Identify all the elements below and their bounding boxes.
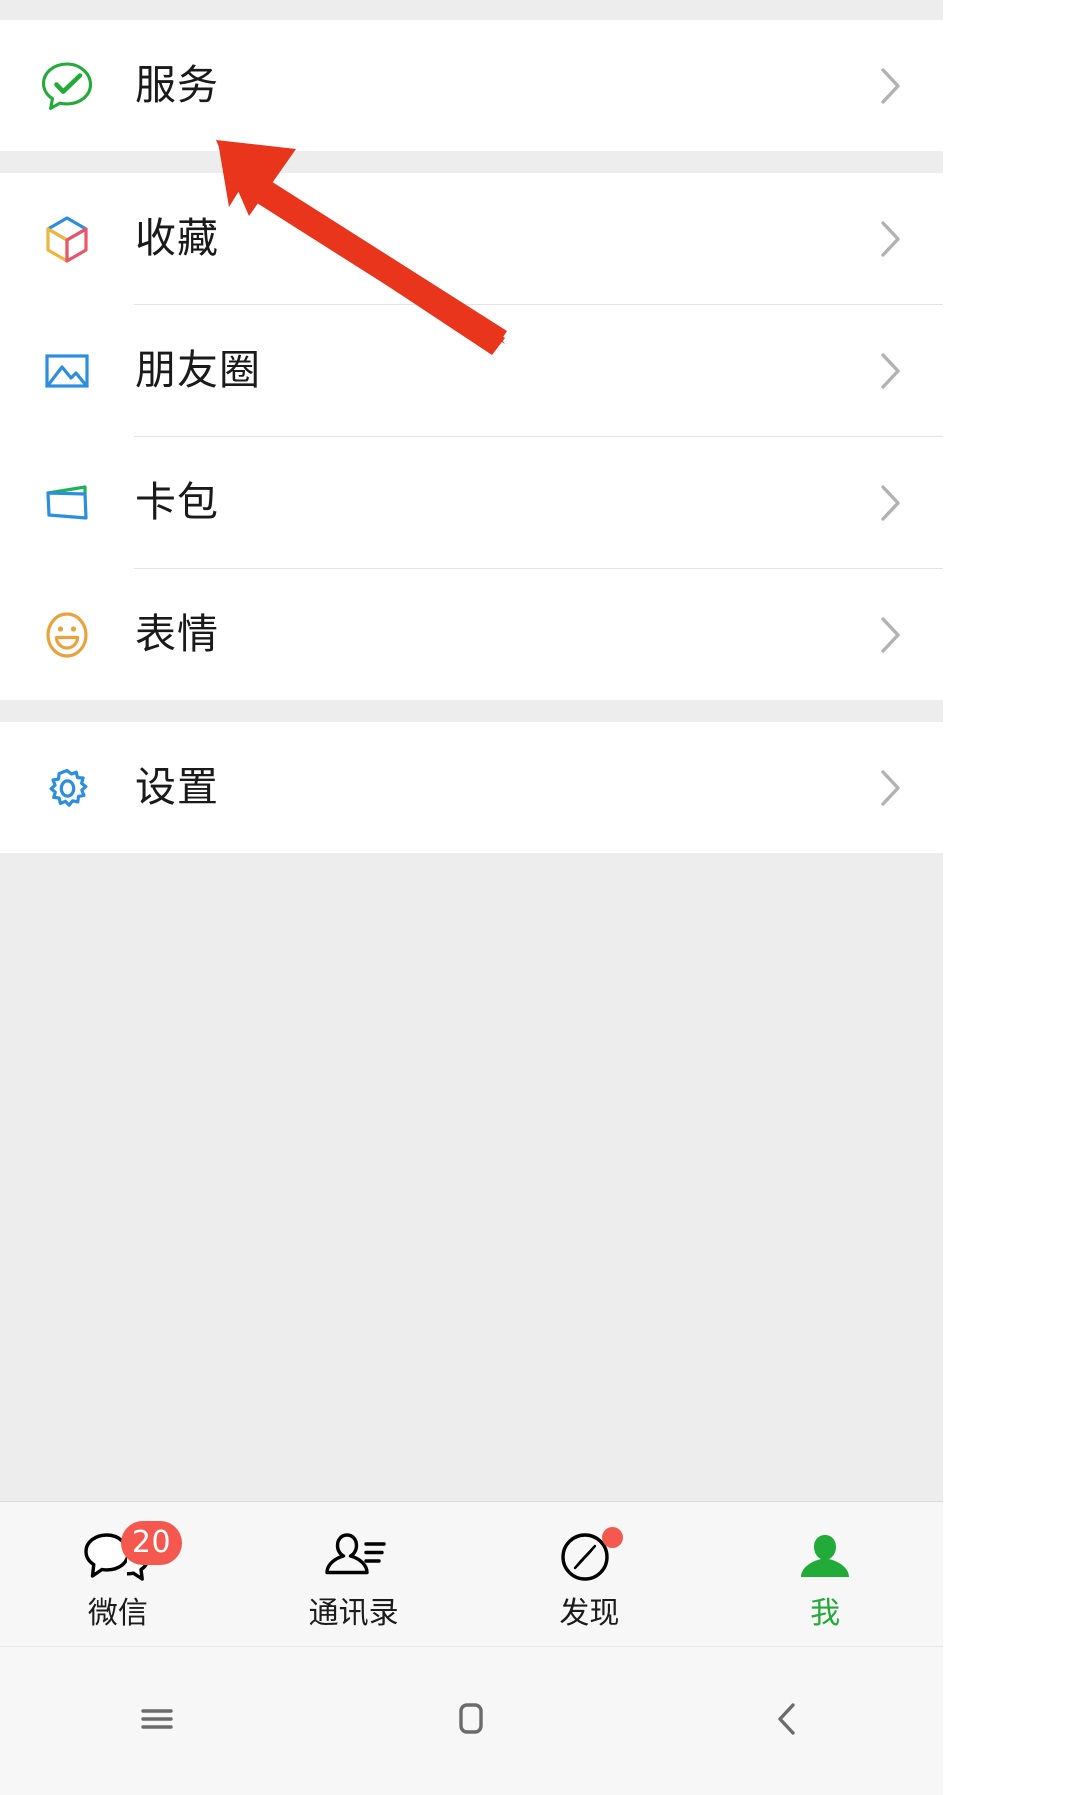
menu-item-settings[interactable]: 设置 [0, 722, 943, 853]
moments-photo-icon [38, 342, 96, 400]
menu-hamburger-icon [135, 1699, 179, 1743]
menu-item-cards[interactable]: 卡包 [0, 437, 943, 568]
tab-label: 发现 [559, 1595, 620, 1631]
empty-area [0, 853, 943, 1340]
menu-item-label: 服务 [135, 61, 219, 109]
tab-label: 通讯录 [308, 1595, 399, 1631]
cards-wallet-icon [38, 474, 96, 532]
top-spacer [0, 0, 943, 20]
menu-item-favorites[interactable]: 收藏 [0, 173, 943, 304]
chevron-right-icon [879, 768, 903, 808]
tab-me[interactable]: 我 [707, 1502, 943, 1647]
group-spacer-2 [0, 700, 943, 722]
stickers-smiley-icon [38, 606, 96, 664]
wechat-me-screen: 服务 收藏 朋友圈 卡包 表情 设置 20 微信 通讯录 发现 我 [0, 0, 943, 1795]
nav-back-button[interactable] [629, 1647, 943, 1795]
right-padding [943, 0, 1080, 1795]
chat-bubbles-icon: 20 [75, 1520, 183, 1589]
group-spacer-1 [0, 151, 943, 173]
tab-contacts[interactable]: 通讯录 [236, 1502, 472, 1647]
menu-item-stickers[interactable]: 表情 [0, 569, 943, 700]
chevron-right-icon [879, 219, 903, 259]
menu-item-moments[interactable]: 朋友圈 [0, 305, 943, 436]
nav-home-button[interactable] [314, 1647, 628, 1795]
bottom-tab-bar: 20 微信 通讯录 发现 我 [0, 1501, 943, 1647]
menu-item-label: 表情 [135, 610, 219, 658]
discover-compass-icon [546, 1526, 632, 1589]
menu-item-label: 卡包 [135, 478, 219, 526]
menu-item-label: 朋友圈 [135, 346, 261, 394]
menu-item-services[interactable]: 服务 [0, 20, 943, 151]
back-chevron-icon [769, 1697, 803, 1745]
nav-recents-button[interactable] [0, 1647, 314, 1795]
menu-group-services: 服务 [0, 20, 943, 151]
tab-label: 微信 [87, 1595, 148, 1631]
chevron-right-icon [879, 66, 903, 106]
menu-item-label: 设置 [135, 763, 219, 811]
chevron-right-icon [879, 483, 903, 523]
tab-label: 我 [810, 1595, 841, 1631]
favorites-cube-icon [38, 210, 96, 268]
settings-gear-icon [38, 759, 96, 817]
services-chat-check-icon [38, 57, 96, 115]
chevron-right-icon [879, 615, 903, 655]
discover-dot-badge [602, 1526, 624, 1548]
tab-discover[interactable]: 发现 [472, 1502, 708, 1647]
home-square-icon [449, 1697, 493, 1745]
contacts-person-icon [311, 1527, 397, 1589]
menu-group-content: 收藏 朋友圈 卡包 表情 [0, 173, 943, 700]
chevron-right-icon [879, 351, 903, 391]
menu-group-settings: 设置 [0, 722, 943, 853]
tab-chats[interactable]: 20 微信 [0, 1502, 236, 1647]
unread-badge: 20 [120, 1520, 183, 1565]
menu-item-label: 收藏 [135, 214, 219, 262]
me-person-filled-icon [782, 1527, 868, 1589]
android-nav-bar [0, 1646, 943, 1795]
